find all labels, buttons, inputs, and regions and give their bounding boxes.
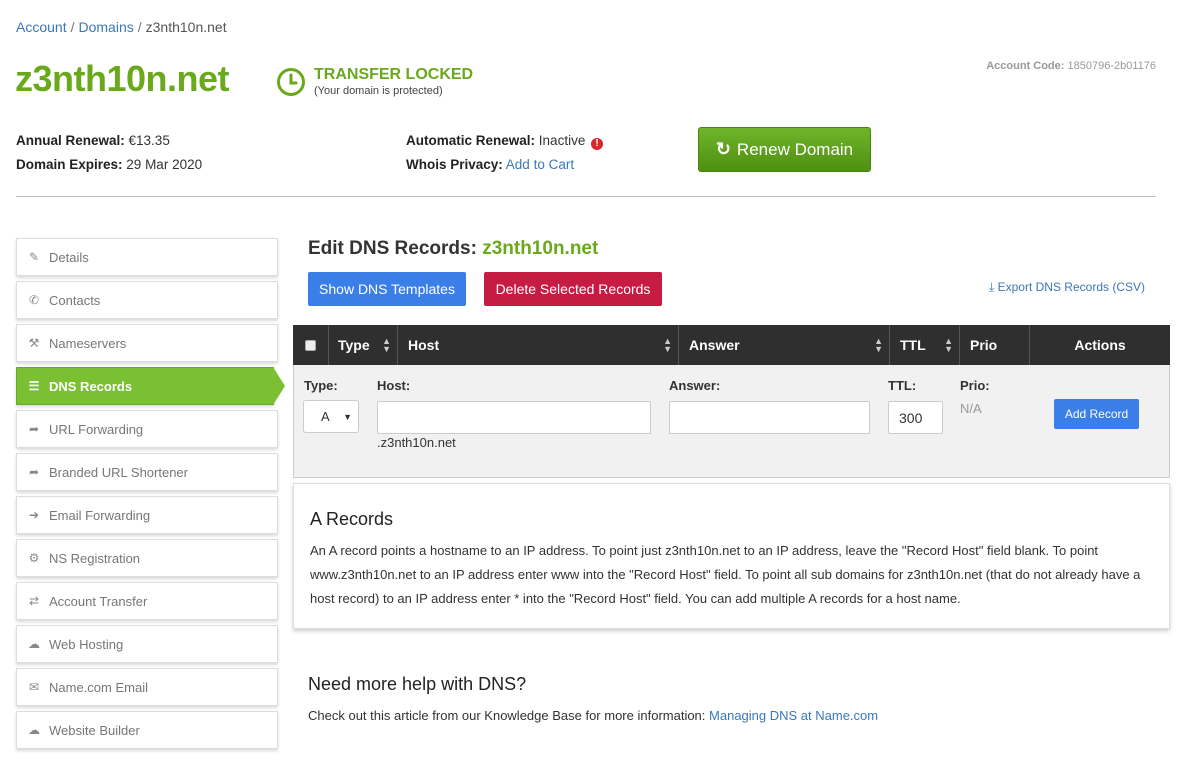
sidebar-item-url-forwarding[interactable]: ➦ URL Forwarding (16, 410, 278, 448)
info-title: A Records (310, 509, 394, 529)
info-text: An A record points a hostname to an IP a… (310, 543, 1141, 606)
sidebar-item-account-transfer[interactable]: ⇄ Account Transfer (16, 582, 278, 620)
sort-icon: ▲ ▼ (663, 336, 672, 354)
type-label: Type: (304, 378, 338, 393)
domain-title: z3nth10n.net (15, 58, 230, 99)
breadcrumb-domains-link[interactable]: Domains (78, 19, 133, 35)
breadcrumb-account-link[interactable]: Account (16, 19, 67, 35)
column-host[interactable]: Host ▲ ▼ (398, 325, 679, 365)
transfer-lock-subtext: (Your domain is protected) (314, 85, 443, 97)
share-icon: ➦ (28, 465, 40, 479)
column-answer[interactable]: Answer ▲ ▼ (679, 325, 890, 365)
ttl-label: TTL: (888, 378, 917, 393)
arrow-right-icon: ➔ (28, 508, 40, 522)
whois-privacy: Whois Privacy: Add to Cart (406, 157, 575, 172)
prio-label: Prio: (960, 378, 990, 393)
show-dns-templates-button[interactable]: Show DNS Templates (308, 272, 466, 306)
domain-expires: Domain Expires: 29 Mar 2020 (16, 157, 203, 172)
host-suffix: .z3nth10n.net (377, 435, 456, 450)
delete-selected-records-button[interactable]: Delete Selected Records (484, 272, 662, 306)
breadcrumb: Account / Domains / z3nth10n.net (16, 19, 227, 35)
export-dns-records-link[interactable]: ⤓ Export DNS Records (CSV) (989, 280, 1145, 295)
column-ttl[interactable]: TTL ▲ ▼ (890, 325, 960, 365)
sidebar: ✎ Details ✆ Contacts ⚒ Nameservers ☰ DNS Rec… (16, 238, 285, 754)
clock-lock-icon (277, 68, 305, 96)
column-actions: Actions (1074, 337, 1126, 353)
gear-icon: ⚙ (28, 551, 40, 565)
help-text: Check out this article from our Knowledg… (308, 708, 879, 723)
help-title: Need more help with DNS? (308, 674, 527, 694)
sort-icon: ▲ ▼ (382, 336, 391, 354)
cloud-icon: ☁ (28, 637, 40, 651)
add-record-row: Type: A ▼ Host: .z3nth10n.net Answer: TTL… (293, 365, 1170, 478)
select-all-checkbox[interactable] (305, 339, 316, 351)
divider (16, 196, 1156, 197)
host-label: Host: (377, 378, 411, 393)
managing-dns-link[interactable]: Managing DNS at Name.com (709, 708, 878, 723)
answer-label: Answer: (669, 378, 721, 393)
annual-renewal: Annual Renewal: €13.35 (16, 133, 170, 148)
add-to-cart-link[interactable]: Add to Cart (506, 157, 574, 172)
sidebar-item-name-com-email[interactable]: ✉ Name.com Email (16, 668, 278, 706)
sort-icon: ▲ ▼ (944, 336, 953, 354)
share-icon: ➦ (28, 422, 40, 436)
sidebar-item-ns-registration[interactable]: ⚙ NS Registration (16, 539, 278, 577)
select-all-checkbox-cell (293, 325, 329, 365)
sidebar-item-web-hosting[interactable]: ☁ Web Hosting (16, 625, 278, 663)
transfer-lock-status: TRANSFER LOCKED (314, 66, 474, 83)
transfer-icon: ⇄ (28, 594, 40, 608)
sidebar-item-contacts[interactable]: ✆ Contacts (16, 281, 278, 319)
page-title: Edit DNS Records: z3nth10n.net (308, 238, 599, 259)
list-icon: ☰ (28, 379, 40, 393)
sidebar-item-email-forwarding[interactable]: ➔ Email Forwarding (16, 496, 278, 534)
column-prio: Prio (960, 325, 1030, 365)
download-icon: ⤓ (988, 280, 995, 294)
renew-domain-button[interactable]: ↻ Renew Domain (698, 127, 871, 172)
record-info-box: A Records An A record points a hostname … (293, 483, 1170, 629)
sort-icon: ▲ ▼ (874, 336, 883, 354)
dns-table-header: Type ▲ ▼ Host ▲ ▼ Answer ▲ ▼ TTL ▲ ▼ Prio Action… (293, 325, 1170, 365)
breadcrumb-current: z3nth10n.net (145, 19, 227, 35)
sidebar-item-dns-records[interactable]: ☰ DNS Records (16, 367, 285, 405)
sidebar-item-branded-url-shortener[interactable]: ➦ Branded URL Shortener (16, 453, 278, 491)
envelope-icon: ✉ (28, 680, 40, 694)
pencil-icon: ✎ (28, 250, 40, 264)
automatic-renewal: Automatic Renewal: Inactive ! (406, 133, 604, 150)
cloud-upload-icon: ☁ (28, 723, 40, 737)
chevron-down-icon: ▼ (343, 411, 352, 422)
sidebar-item-nameservers[interactable]: ⚒ Nameservers (16, 324, 278, 362)
wrench-icon: ⚒ (28, 336, 40, 350)
account-code: Account Code: 1850796-2b01176 (986, 60, 1156, 72)
ttl-input[interactable]: 300 (888, 401, 943, 434)
type-select[interactable]: A ▼ (303, 400, 359, 433)
warning-icon: ! (591, 138, 604, 150)
phone-icon: ✆ (28, 293, 40, 307)
sidebar-item-details[interactable]: ✎ Details (16, 238, 278, 276)
answer-input[interactable] (669, 401, 870, 434)
host-input[interactable] (377, 401, 651, 434)
add-record-button[interactable]: Add Record (1054, 399, 1139, 429)
sidebar-item-website-builder[interactable]: ☁ Website Builder (16, 711, 278, 749)
column-type[interactable]: Type ▲ ▼ (329, 325, 398, 365)
prio-value: N/A (960, 401, 982, 416)
refresh-icon: ↻ (715, 139, 731, 159)
